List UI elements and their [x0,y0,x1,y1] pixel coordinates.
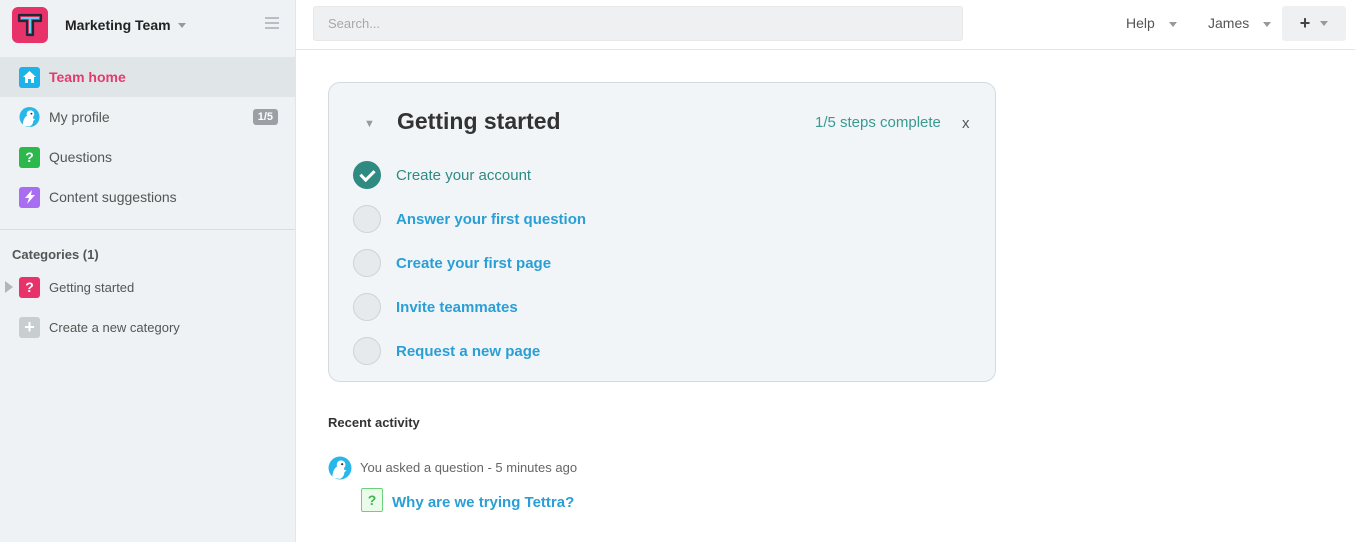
category-item-getting-started[interactable]: ? Getting started [0,267,295,307]
sidebar-item-content-suggestions[interactable]: Content suggestions [0,177,295,217]
sidebar-nav: Team home My profile 1/5 ? Questions Con… [0,57,295,217]
steps-list: Create your account Answer your first qu… [353,153,586,373]
step-link[interactable]: Create your first page [396,255,551,272]
avatar [328,456,352,485]
sidebar-item-label: Questions [49,149,113,165]
step-circle-icon [353,205,381,233]
chevron-down-icon [1168,21,1177,27]
categories-heading: Categories (1) [12,247,99,262]
step-create-account: Create your account [353,153,586,197]
step-circle-icon [353,249,381,277]
user-menu[interactable]: James [1208,15,1272,31]
app: Marketing Team Team home My profile 1/5 … [0,0,1355,542]
sidebar-item-label: Team home [49,69,126,85]
step-request-page[interactable]: Request a new page [353,329,586,373]
step-create-page[interactable]: Create your first page [353,241,586,285]
step-link[interactable]: Invite teammates [396,299,518,316]
collapse-toggle-icon[interactable]: ▼ [364,118,375,130]
chevron-down-icon [1320,21,1329,26]
question-icon: ? [361,488,383,512]
team-name: Marketing Team [65,17,171,33]
step-circle-icon [353,293,381,321]
step-answer-question[interactable]: Answer your first question [353,197,586,241]
question-icon: ? [19,146,40,168]
category-label: Getting started [49,279,135,295]
plus-icon: + [1299,13,1311,33]
create-category-label: Create a new category [49,319,180,335]
profile-progress-badge: 1/5 [252,109,278,125]
topbar: Help James + [296,0,1355,50]
chevron-down-icon [1263,21,1272,27]
sidebar: Marketing Team Team home My profile 1/5 … [0,0,296,542]
help-menu[interactable]: Help [1126,15,1177,31]
tettra-logo-icon [12,7,48,43]
checkmark-icon [353,161,381,189]
chevron-down-icon [177,22,186,28]
activity-question-link[interactable]: Why are we trying Tettra? [392,494,574,511]
card-title: Getting started [397,108,561,134]
getting-started-card: ▼ Getting started 1/5 steps complete x C… [328,82,996,382]
step-link[interactable]: Answer your first question [396,211,586,228]
question-icon: ? [19,276,40,298]
sidebar-item-my-profile[interactable]: My profile 1/5 [0,97,295,137]
step-invite-teammates[interactable]: Invite teammates [353,285,586,329]
sidebar-item-label: My profile [49,109,110,125]
recent-activity-heading: Recent activity [328,415,420,430]
sidebar-item-label: Content suggestions [49,189,177,205]
category-list: ? Getting started + Create a new categor… [0,267,295,347]
create-category-button[interactable]: + Create a new category [0,307,295,347]
activity-description: You asked a question - 5 minutes ago [360,460,578,475]
steps-progress: 1/5 steps complete [815,114,941,131]
team-switcher[interactable]: Marketing Team [0,0,295,50]
help-label: Help [1126,15,1155,31]
step-link[interactable]: Request a new page [396,343,540,360]
sidebar-divider [0,229,295,230]
close-button[interactable]: x [962,115,970,132]
sidebar-item-team-home[interactable]: Team home [0,57,295,97]
search-input[interactable] [313,6,963,41]
avatar-icon [19,106,40,128]
home-icon [19,66,40,88]
add-new-button[interactable]: + [1282,6,1346,41]
sidebar-item-questions[interactable]: ? Questions [0,137,295,177]
step-label: Create your account [396,166,532,184]
user-name: James [1208,15,1250,31]
expand-arrow-icon[interactable] [5,281,13,293]
plus-icon: + [19,316,40,338]
step-circle-icon [353,337,381,365]
hamburger-menu-icon[interactable] [265,17,279,29]
lightning-icon [19,186,40,208]
